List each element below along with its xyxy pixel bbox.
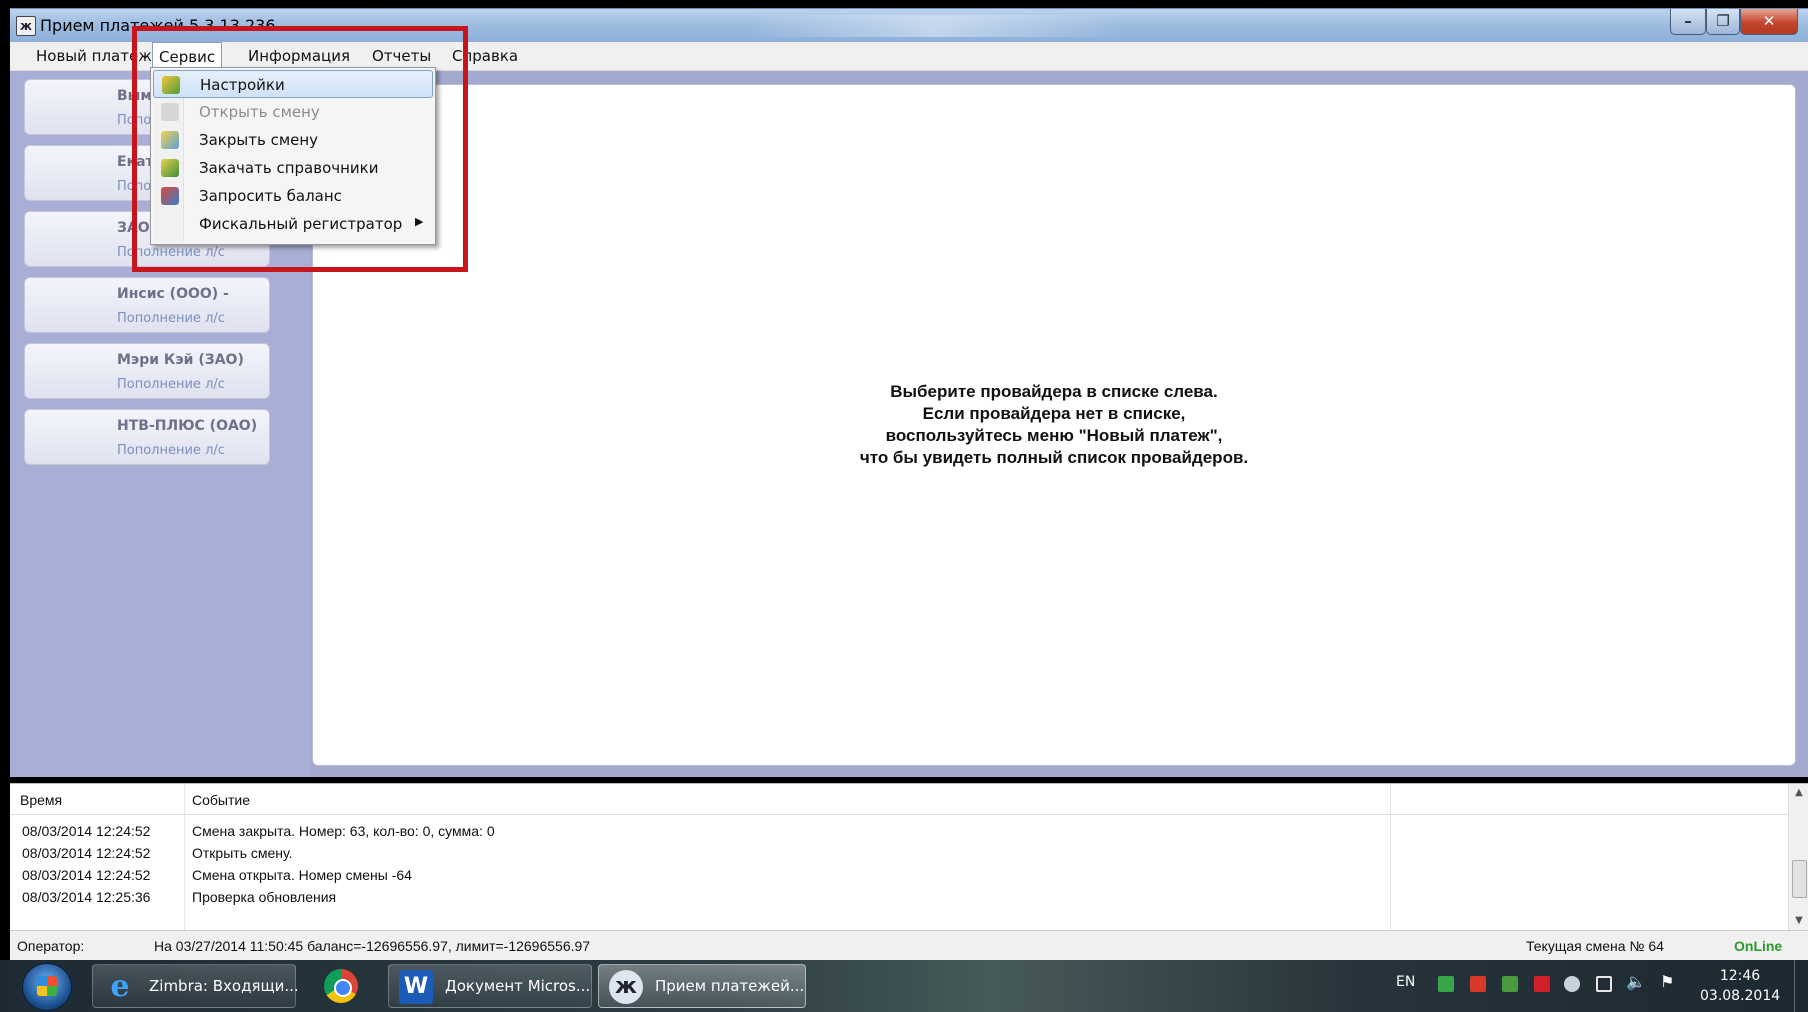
provider-card[interactable]: НТВ-ПЛЮС (ОАО) Пополнение л/с (24, 409, 270, 465)
word-icon: W (399, 970, 433, 1004)
minimize-button[interactable]: – (1670, 9, 1706, 35)
taskbar-payments-app[interactable]: ж Прием платежей... (598, 964, 806, 1008)
clock-time: 12:46 (1719, 968, 1761, 984)
scroll-down-icon[interactable]: ▼ (1789, 912, 1808, 930)
taskbar-chrome[interactable] (308, 964, 374, 1008)
taskbar-label: Прием платежей... (655, 977, 805, 995)
table-row[interactable]: 08/03/2014 12:24:52 Открыть смену. (10, 842, 1788, 864)
event-log: Время Событие 08/03/2014 12:24:52 Смена … (10, 783, 1808, 930)
operator-label: Оператор: (17, 938, 85, 954)
log-time: 08/03/2014 12:24:52 (22, 823, 151, 839)
provider-name: НТВ-ПЛЮС (ОАО) (117, 418, 258, 434)
start-button[interactable] (22, 963, 72, 1011)
log-time: 08/03/2014 12:25:36 (22, 889, 151, 905)
provider-service: Пополнение л/с (117, 443, 225, 458)
status-bar: Оператор: На 03/27/2014 11:50:45 баланс=… (10, 930, 1808, 961)
windows-logo-icon (37, 976, 57, 996)
log-time: 08/03/2014 12:24:52 (22, 867, 151, 883)
tray-app-icon[interactable] (1470, 976, 1486, 992)
provider-name: Мэри Кэй (ЗАО) (117, 352, 244, 368)
provider-card[interactable]: Инсис (ООО) - Пополнение л/с (24, 277, 270, 333)
scroll-up-icon[interactable]: ▲ (1789, 784, 1808, 802)
hint-line: Выберите провайдера в списке слева. (890, 382, 1218, 401)
restore-button[interactable]: ❐ (1706, 9, 1740, 35)
online-status-badge: OnLine (1734, 938, 1783, 954)
log-event: Смена открыта. Номер смены -64 (192, 867, 412, 883)
provider-service: Пополнение л/с (117, 311, 225, 326)
column-time[interactable]: Время (20, 792, 62, 808)
taskbar-zimbra[interactable]: e Zimbra: Входящи... (92, 964, 299, 1008)
taskbar-label: Документ Micros... (445, 977, 591, 995)
provider-name: Инсис (ООО) - (117, 286, 229, 302)
taskbar-label: Zimbra: Входящи... (149, 977, 299, 995)
volume-icon[interactable]: 🔈 (1626, 972, 1646, 991)
app-icon: ж (16, 16, 36, 36)
show-desktop-button[interactable] (1794, 960, 1808, 1012)
hint-line: Если провайдера нет в списке, (922, 404, 1186, 423)
clock-date: 03.08.2014 (1700, 988, 1781, 1004)
tray-satellite-icon[interactable] (1564, 976, 1580, 992)
log-event: Открыть смену. (192, 845, 293, 861)
clock[interactable]: 12:46 03.08.2014 (1700, 966, 1780, 1006)
tray-network-icon[interactable] (1438, 976, 1454, 992)
taskbar-word[interactable]: W Документ Micros... (388, 964, 592, 1008)
log-event: Смена закрыта. Номер: 63, кол-во: 0, сум… (192, 823, 495, 839)
provider-hint: Выберите провайдера в списке слева. Если… (313, 381, 1795, 469)
tray-antivirus-icon[interactable] (1534, 976, 1550, 992)
highlight-annotation-box (132, 26, 468, 272)
table-row[interactable]: 08/03/2014 12:24:52 Смена закрыта. Номер… (10, 820, 1788, 842)
tray-green-icon[interactable] (1502, 976, 1518, 992)
language-indicator[interactable]: EN (1396, 974, 1415, 990)
provider-card[interactable]: Мэри Кэй (ЗАО) Пополнение л/с (24, 343, 270, 399)
column-event[interactable]: Событие (192, 792, 250, 808)
log-scrollbar[interactable]: ▲ ▼ (1788, 784, 1808, 930)
close-button[interactable]: ✕ (1740, 9, 1798, 35)
current-shift: Текущая смена № 64 (1526, 938, 1664, 954)
provider-service: Пополнение л/с (117, 377, 225, 392)
internet-explorer-icon: e (110, 969, 130, 1004)
action-center-flag-icon[interactable]: ⚑ (1660, 972, 1674, 991)
log-header: Время Событие (10, 784, 1788, 815)
hint-line: воспользуйтесь меню "Новый платеж", (885, 426, 1223, 445)
hint-line: что бы увидеть полный список провайдеров… (859, 448, 1249, 467)
table-row[interactable]: 08/03/2014 12:25:36 Проверка обновления (10, 886, 1788, 908)
log-time: 08/03/2014 12:24:52 (22, 845, 151, 861)
table-row[interactable]: 08/03/2014 12:24:52 Смена открыта. Номер… (10, 864, 1788, 886)
scroll-thumb[interactable] (1792, 860, 1807, 898)
taskbar: e Zimbra: Входящи... W Документ Micros..… (0, 960, 1808, 1012)
log-event: Проверка обновления (192, 889, 337, 905)
tray-display-icon[interactable] (1596, 976, 1612, 992)
main-content-panel: Выберите провайдера в списке слева. Если… (312, 84, 1796, 766)
chrome-icon (324, 969, 358, 1003)
background-window-caption (750, 15, 1120, 37)
payments-app-icon: ж (609, 970, 643, 1004)
balance-status: На 03/27/2014 11:50:45 баланс=-12696556.… (154, 938, 591, 954)
